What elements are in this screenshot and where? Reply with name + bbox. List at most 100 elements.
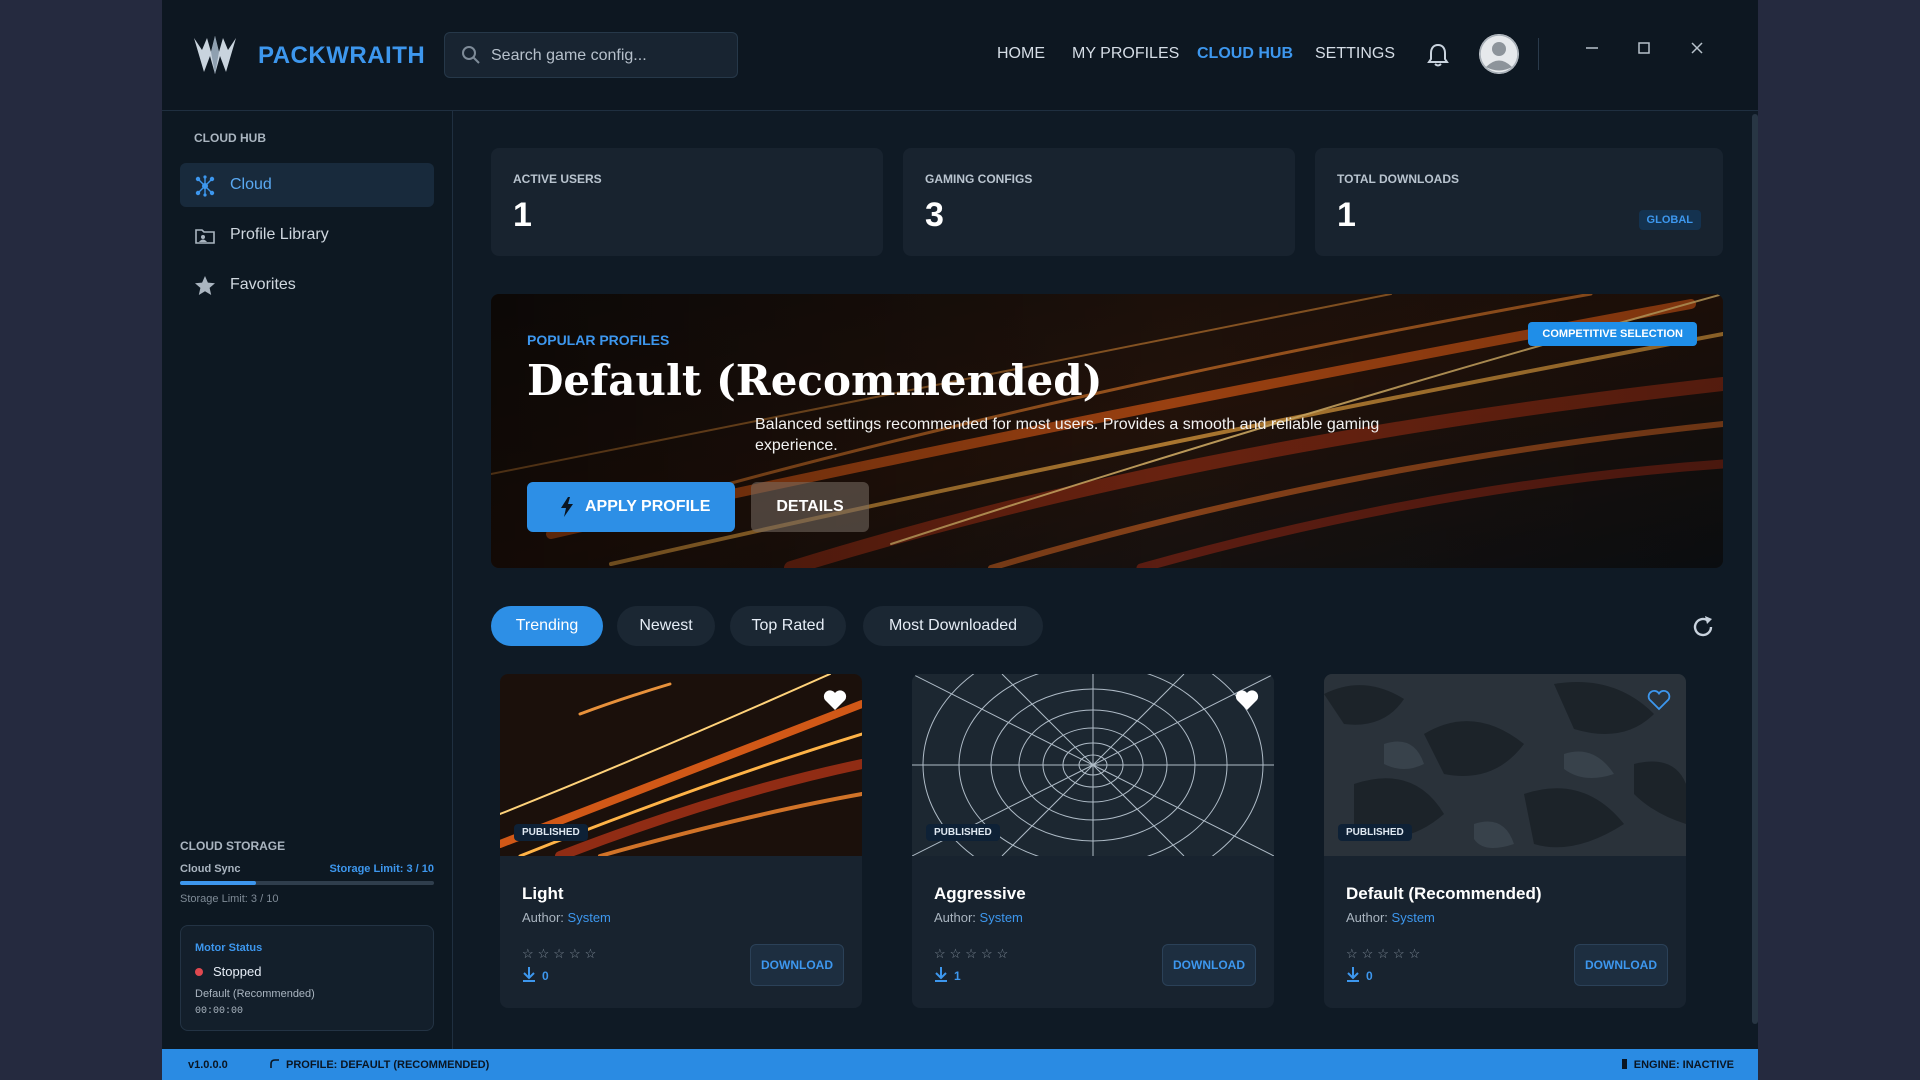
download-count: 0 [1366,969,1373,983]
filter-trending[interactable]: Trending [491,606,603,646]
filter-top-rated[interactable]: Top Rated [730,606,846,646]
download-count: 0 [542,969,549,983]
stat-value: 3 [925,196,944,234]
motor-status-title: Motor Status [195,942,263,954]
cloud-sync-label: Cloud Sync [180,863,241,875]
profile-card-default-recommended[interactable]: PUBLISHED Default (Recommended) Author: … [1324,674,1686,1008]
nav-my-profiles[interactable]: MY PROFILES [1072,45,1179,63]
stat-label: GAMING CONFIGS [925,172,1033,186]
star-icon [195,276,215,295]
main-scrollbar[interactable] [1752,114,1758,1024]
active-profile-label: PROFILE: DEFAULT (RECOMMENDED) [270,1059,489,1071]
link-icon [270,1059,279,1068]
download-button[interactable]: DOWNLOAD [1574,944,1668,986]
card-author: Author: System [1346,910,1435,925]
sidebar-heading: CLOUD HUB [194,131,266,145]
rating-stars[interactable]: ☆☆☆☆☆ [934,946,1012,962]
sidebar-item-profile-library[interactable]: Profile Library [180,213,434,257]
stat-value: 1 [1337,196,1356,234]
profile-card-aggressive[interactable]: PUBLISHED Aggressive Author: System ☆☆☆☆… [912,674,1274,1008]
nav-settings[interactable]: SETTINGS [1315,45,1395,63]
card-title: Default (Recommended) [1346,884,1542,903]
details-label: DETAILS [776,498,844,515]
popular-profile-banner: POPULAR PROFILES Default (Recommended) B… [491,294,1723,568]
motor-state: Stopped [213,964,262,979]
stat-label: ACTIVE USERS [513,172,602,186]
card-title: Light [522,884,564,903]
filter-most-downloaded[interactable]: Most Downloaded [863,606,1043,646]
sidebar-item-label: Profile Library [230,226,329,243]
hero-title: Default (Recommended) [527,356,1103,405]
storage-progress-fill [180,881,257,885]
heart-outline-icon[interactable] [1646,688,1672,712]
heart-filled-icon[interactable] [1234,688,1260,712]
stat-card-active-users: ACTIVE USERS 1 [491,148,883,256]
header-divider [1538,38,1539,70]
popular-profiles-label: POPULAR PROFILES [527,332,670,348]
author-link[interactable]: System [568,910,611,925]
engine-status: ENGINE: INACTIVE [1621,1059,1734,1071]
card-title: Aggressive [934,884,1026,903]
details-button[interactable]: DETAILS [751,482,869,532]
bell-icon[interactable] [1426,42,1450,68]
nav-cloud-hub[interactable]: CLOUD HUB [1197,45,1293,63]
download-button[interactable]: DOWNLOAD [750,944,844,986]
download-icon [1347,967,1359,982]
author-prefix: Author: [934,910,976,925]
cloud-network-icon [195,175,215,197]
search-icon [462,46,480,64]
stat-card-gaming-configs: GAMING CONFIGS 3 [903,148,1295,256]
avatar[interactable] [1479,34,1519,74]
status-dot-icon [195,968,203,976]
author-link[interactable]: System [980,910,1023,925]
sidebar: CLOUD HUB Cloud Profile Library Favorite… [162,111,453,1049]
minimize-icon[interactable] [1580,36,1604,60]
filter-newest[interactable]: Newest [617,606,715,646]
apply-profile-label: APPLY PROFILE [585,498,711,515]
search-box[interactable] [444,32,738,79]
version-label: v1.0.0.0 [188,1059,228,1071]
rating-stars[interactable]: ☆☆☆☆☆ [522,946,600,962]
hero-description: Balanced settings recommended for most u… [755,416,1380,454]
motor-status-card: Motor Status Stopped Default (Recommende… [180,925,434,1031]
engine-indicator-icon [1621,1059,1627,1069]
sidebar-item-label: Cloud [230,176,272,193]
cloud-storage-title: CLOUD STORAGE [180,839,286,853]
active-profile-text: PROFILE: DEFAULT (RECOMMENDED) [286,1059,490,1071]
refresh-icon[interactable] [1690,614,1716,640]
sidebar-item-cloud[interactable]: Cloud [180,163,434,207]
nav-home[interactable]: HOME [997,45,1045,63]
sidebar-item-favorites[interactable]: Favorites [180,263,434,307]
rating-stars[interactable]: ☆☆☆☆☆ [1346,946,1424,962]
profile-card-light[interactable]: PUBLISHED Light Author: System ☆☆☆☆☆ 0 D… [500,674,862,1008]
storage-progress-bar [180,881,434,885]
apply-profile-button[interactable]: APPLY PROFILE [527,482,735,532]
heart-filled-icon[interactable] [822,688,848,712]
download-icon [523,967,535,982]
competitive-selection-badge: COMPETITIVE SELECTION [1528,322,1697,346]
app-window: PACKWRAITH HOME MY PROFILES CLOUD HUB SE… [162,0,1758,1080]
wraith-logo-icon [194,36,236,74]
search-input[interactable] [489,33,733,79]
published-badge: PUBLISHED [926,824,1000,841]
global-badge: GLOBAL [1638,210,1701,230]
motor-profile: Default (Recommended) [195,988,315,1000]
close-icon[interactable] [1685,36,1709,60]
published-badge: PUBLISHED [1338,824,1412,841]
brand-name: PACKWRAITH [258,42,426,69]
published-badge: PUBLISHED [514,824,588,841]
folder-icon [195,229,215,244]
stat-value: 1 [513,196,532,234]
download-count: 1 [954,969,961,983]
maximize-icon[interactable] [1632,36,1656,60]
lightning-icon [561,497,573,517]
engine-status-text: ENGINE: INACTIVE [1633,1059,1734,1071]
card-author: Author: System [522,910,611,925]
storage-limit-sub: Storage Limit: 3 / 10 [180,893,279,905]
status-bar: v1.0.0.0 PROFILE: DEFAULT (RECOMMENDED) … [162,1049,1758,1080]
author-prefix: Author: [522,910,564,925]
top-bar: PACKWRAITH HOME MY PROFILES CLOUD HUB SE… [162,0,1758,111]
author-link[interactable]: System [1392,910,1435,925]
sidebar-item-label: Favorites [230,276,296,293]
download-button[interactable]: DOWNLOAD [1162,944,1256,986]
